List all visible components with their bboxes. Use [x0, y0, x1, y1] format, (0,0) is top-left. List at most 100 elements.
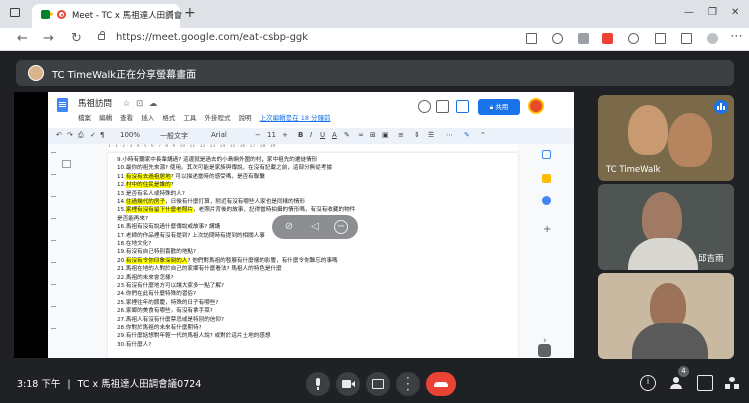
document-line[interactable]: 17.老師的作品裡有沒有提到? 上次訪問時有提到的相關人事: [117, 233, 265, 240]
more-menu-icon[interactable]: ⋯: [730, 29, 743, 44]
highlight-icon[interactable]: ✎: [344, 131, 350, 139]
info-icon[interactable]: i: [640, 375, 656, 391]
bold-icon[interactable]: B: [298, 131, 303, 139]
document-line[interactable]: 11.有沒有去過祖居地? 可以描述當時的感受嗎，是否有聯繫: [117, 173, 265, 181]
more-options-button[interactable]: · · ·: [396, 372, 420, 396]
last-edit-link[interactable]: 上次編輯是在 18 分鐘前: [260, 114, 331, 122]
url-bar[interactable]: https://meet.google.com/eat-csbp-ggk: [98, 31, 558, 47]
browser-tab-meet[interactable]: Meet - TC x 馬祖達人田調會 ×: [32, 4, 182, 28]
document-line[interactable]: 29.有什麼話想對年輕一代的馬祖人說? 或對於這片土地的感想: [117, 333, 271, 340]
share-button[interactable]: 🔒︎ 共用: [478, 99, 520, 115]
minimize-button[interactable]: —: [684, 7, 694, 18]
participant-tile[interactable]: TC TimeWalk: [598, 95, 734, 181]
back-arrow-icon[interactable]: ←: [17, 31, 28, 46]
cast-icon[interactable]: [526, 33, 537, 44]
paint-format-icon[interactable]: ¶: [100, 131, 104, 139]
font-size-decrease-icon[interactable]: −: [255, 131, 261, 139]
print-icon[interactable]: ⎙: [78, 131, 84, 140]
forward-arrow-icon[interactable]: →: [43, 31, 54, 46]
line-spacing-icon[interactable]: ⇕: [414, 131, 420, 139]
document-line[interactable]: 21.馬祖在地的人對於自己的家鄉有什麼看法? 馬祖人的特色是什麼: [117, 266, 282, 273]
read-aloud-icon[interactable]: [552, 33, 563, 44]
image-icon[interactable]: ▣: [382, 131, 389, 139]
volume-icon[interactable]: ◁: [308, 220, 322, 234]
document-line[interactable]: 19.有沒有自己特別喜歡的地點?: [117, 249, 196, 256]
align-icon[interactable]: ≡: [398, 131, 404, 139]
editing-mode-icon[interactable]: ✎: [464, 131, 470, 139]
meeting-title[interactable]: TC x 馬祖達人田調會議0724: [78, 379, 202, 390]
participant-tile[interactable]: 邱吉雨: [598, 184, 734, 270]
camera-button[interactable]: [336, 372, 360, 396]
font-size-increase-icon[interactable]: +: [282, 131, 288, 139]
menu-view[interactable]: 查看: [120, 114, 133, 122]
document-line[interactable]: 14.住過幾代的房子，日後有什麼打算，附近有沒有哪些人家也是同樣的情形: [117, 199, 305, 206]
redo-icon[interactable]: ↷: [67, 131, 73, 139]
menu-insert[interactable]: 插入: [141, 114, 154, 122]
document-line[interactable]: 16.馬祖有沒有說過什麼傳說或故事? 講講: [117, 224, 220, 231]
meet-present-icon[interactable]: [456, 100, 469, 113]
document-title[interactable]: 馬祖訪問 ☆ ⊡ ☁: [78, 97, 157, 109]
menu-addons[interactable]: 外掛程式: [204, 114, 230, 122]
tasks-icon[interactable]: [542, 196, 551, 205]
extension-icon[interactable]: [578, 33, 589, 44]
reload-icon[interactable]: ↻: [71, 31, 82, 46]
text-color-icon[interactable]: A: [332, 131, 337, 139]
tab-close-icon[interactable]: ×: [166, 8, 174, 19]
refresh-extension-icon[interactable]: [628, 33, 639, 44]
italic-icon[interactable]: I: [310, 131, 312, 139]
document-line[interactable]: 9.小時有聽家中長輩講過? 這邊就是過去的小島嶼外圍的村，家中祖先的遷徙情形: [117, 157, 317, 164]
tab-actions-icon[interactable]: [10, 8, 20, 17]
collapse-toolbar-icon[interactable]: ⌃: [480, 131, 486, 139]
collections-icon[interactable]: [681, 33, 692, 44]
favorites-icon[interactable]: [655, 33, 666, 44]
more-toolbar-icon[interactable]: ⋯: [446, 131, 453, 139]
zoom-select[interactable]: 100%: [120, 131, 140, 139]
comments-icon[interactable]: [436, 100, 449, 113]
new-tab-button[interactable]: +: [184, 5, 196, 21]
extension-red-icon[interactable]: [602, 33, 613, 44]
participant-tile[interactable]: [598, 273, 734, 359]
document-line[interactable]: 20.有沒有令你印象深刻的人? 他們對馬祖的發展有什麼樣的影響，有什麼令你難忘的…: [117, 257, 338, 265]
document-page[interactable]: 9.小時有聽家中長輩講過? 這邊就是過去的小島嶼外圍的村，家中祖先的遷徙情形 10…: [108, 153, 518, 358]
document-line[interactable]: 10.最你的祖先來源? 使用。其次可能是家族與傳說，在沒有記載之前，這部分無從考…: [117, 165, 332, 172]
remove-icon[interactable]: −: [334, 220, 348, 234]
document-line[interactable]: 24.你們在此有什麼特殊的習俗?: [117, 291, 196, 298]
people-icon[interactable]: [668, 375, 684, 391]
font-select[interactable]: Arial: [211, 131, 227, 139]
lock-icon[interactable]: [98, 31, 105, 40]
menu-help[interactable]: 說明: [239, 114, 252, 122]
document-line[interactable]: 22.馬祖的未來會怎樣?: [117, 275, 174, 282]
leave-call-button[interactable]: [426, 372, 456, 396]
style-select[interactable]: 一般文字: [160, 131, 188, 141]
document-line[interactable]: 是否能再來?: [117, 216, 148, 223]
activity-icon[interactable]: [418, 100, 431, 113]
document-line[interactable]: 12.村中的住民是誰的?: [117, 182, 174, 189]
chat-icon[interactable]: [697, 375, 713, 391]
document-line[interactable]: 13.是否有名人或特殊的人?: [117, 191, 185, 198]
underline-icon[interactable]: U: [320, 131, 325, 139]
spellcheck-icon[interactable]: ✓: [90, 131, 96, 139]
document-line[interactable]: 27.馬祖人有沒有什麼禁忌或是特別的信仰?: [117, 317, 224, 324]
font-size-field[interactable]: 11: [267, 131, 276, 139]
link-icon[interactable]: ∞: [358, 131, 364, 139]
outline-icon[interactable]: [62, 160, 71, 168]
present-button[interactable]: [366, 372, 390, 396]
menu-edit[interactable]: 編輯: [99, 114, 112, 122]
star-icon[interactable]: ☆: [123, 99, 131, 109]
calendar-icon[interactable]: [542, 150, 551, 159]
document-line[interactable]: 26.家鄉的美食有哪些，有沒有拿手菜?: [117, 308, 213, 315]
activities-icon[interactable]: [724, 375, 740, 391]
profile-avatar[interactable]: [707, 33, 718, 44]
document-line[interactable]: 23.有沒有什麼地方可以讓大家多一點了解?: [117, 283, 224, 290]
menu-file[interactable]: 檔案: [78, 114, 91, 122]
document-line[interactable]: 18.在地文化?: [117, 241, 151, 248]
bullet-list-icon[interactable]: ☰: [428, 131, 434, 139]
document-line[interactable]: 15.家裡有沒有留下什麼老照片，老照片背後的故事，記得當時拍攝的情形嗎，有沒有收…: [117, 207, 355, 214]
document-line[interactable]: 30.有什麼人?: [117, 342, 151, 349]
maximize-button[interactable]: ❐: [708, 7, 717, 18]
document-line[interactable]: 25.家裡往年的節慶，特殊的日子有哪些?: [117, 300, 218, 307]
add-addon-icon[interactable]: +: [543, 224, 551, 235]
menu-format[interactable]: 格式: [162, 114, 175, 122]
move-folder-icon[interactable]: ⊡: [136, 99, 143, 109]
explore-icon[interactable]: [538, 344, 551, 357]
